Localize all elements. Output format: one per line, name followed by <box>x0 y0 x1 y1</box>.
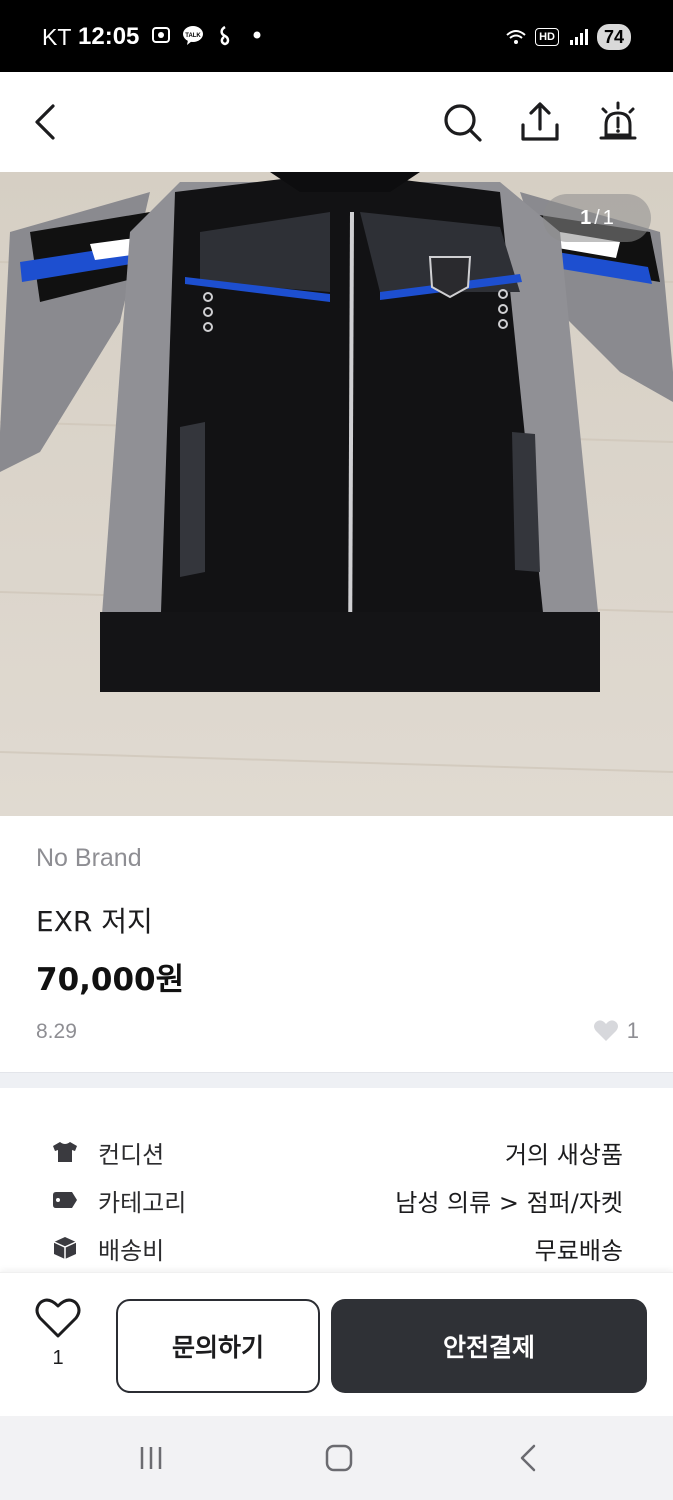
spec-value: 거의 새상품 <box>504 1140 623 1169</box>
status-bar: KT 12:05 TALK HD 74 <box>0 0 673 72</box>
recent-apps-button[interactable] <box>131 1440 171 1476</box>
hd-badge: HD <box>535 28 559 46</box>
talk-icon: TALK <box>183 26 203 45</box>
counter-total: 1 <box>602 206 614 229</box>
wifi-icon <box>506 30 526 44</box>
signal-icon <box>569 29 588 45</box>
spec-row-category: 카테고리 남성 의류 > 점퍼/자켓 <box>52 1180 623 1220</box>
clock: 12:05 <box>78 23 140 50</box>
counter-current: 1 <box>580 206 592 229</box>
spec-row-shipping: 배송비 무료배송 <box>52 1228 623 1268</box>
home-icon <box>325 1444 353 1472</box>
top-nav <box>0 72 673 172</box>
system-back-button[interactable] <box>508 1440 548 1476</box>
report-siren-icon <box>599 101 637 140</box>
tshirt-icon <box>52 1139 78 1165</box>
home-button[interactable] <box>319 1440 359 1476</box>
search-button[interactable] <box>440 100 484 144</box>
recent-apps-icon <box>140 1447 162 1469</box>
svg-text:TALK: TALK <box>185 33 201 39</box>
back-chevron-icon <box>35 104 55 140</box>
like-button[interactable]: 1 <box>28 1297 88 1387</box>
box-icon <box>52 1235 78 1261</box>
counter-separator: / <box>594 206 600 229</box>
section-divider <box>0 1072 673 1088</box>
tag-icon <box>52 1187 78 1213</box>
photo-counter: 1 / 1 <box>543 194 651 242</box>
system-back-icon <box>520 1444 536 1472</box>
like-button-count: 1 <box>52 1347 64 1369</box>
spec-row-condition: 컨디션 거의 새상품 <box>52 1132 623 1172</box>
heart-outline-icon <box>35 1298 81 1338</box>
product-specs: 컨디션 거의 새상품 카테고리 남성 의류 > 점퍼/자켓 배송비 무료배송 <box>0 1088 673 1272</box>
share-button[interactable] <box>518 100 562 144</box>
safe-pay-button[interactable]: 안전결제 <box>331 1299 647 1393</box>
spec-label: 배송비 <box>98 1236 165 1265</box>
carrier-label: KT <box>42 24 72 50</box>
system-status: HD 74 <box>505 24 631 50</box>
product-title: EXR 저지 <box>36 905 153 938</box>
bottom-action-bar: 1 문의하기 안전결제 <box>0 1272 673 1416</box>
share-icon <box>521 102 559 141</box>
back-button[interactable] <box>24 100 68 144</box>
product-info: No Brand EXR 저지 70,000원 8.29 1 <box>0 816 673 1072</box>
spec-label: 컨디션 <box>98 1140 165 1169</box>
app-icon <box>220 25 230 46</box>
spec-label: 카테고리 <box>98 1188 187 1217</box>
posted-date: 8.29 <box>36 1020 77 1043</box>
product-price: 70,000원 <box>36 962 185 998</box>
battery-level: 74 <box>596 24 631 50</box>
spec-value[interactable]: 남성 의류 > 점퍼/자켓 <box>395 1183 623 1218</box>
like-summary: 1 <box>593 1018 639 1044</box>
screenshot-icon <box>152 27 170 43</box>
heart-icon <box>593 1020 618 1041</box>
search-icon <box>444 104 482 142</box>
notification-icons: TALK <box>150 24 268 46</box>
brand-name[interactable]: No Brand <box>36 844 142 873</box>
more-dot-icon <box>253 31 261 39</box>
jacket-image <box>0 172 673 816</box>
inquiry-button[interactable]: 문의하기 <box>116 1299 320 1393</box>
report-button[interactable] <box>596 100 640 144</box>
system-nav-bar <box>0 1416 673 1500</box>
product-photo[interactable]: 1 / 1 <box>0 172 673 816</box>
like-count-text: 1 <box>626 1018 639 1043</box>
spec-value: 무료배송 <box>534 1236 623 1265</box>
